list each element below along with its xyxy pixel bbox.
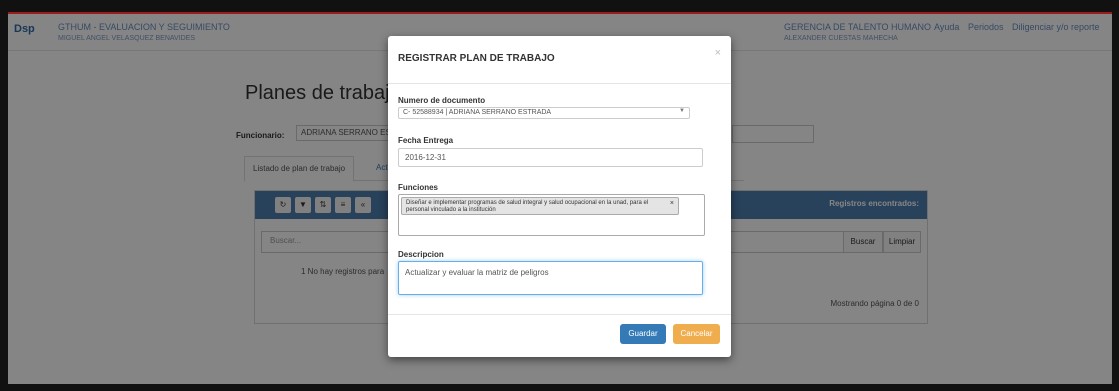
chevron-down-icon: ▼ — [679, 108, 685, 114]
cancelar-button[interactable]: Cancelar — [673, 324, 720, 344]
register-plan-modal: REGISTRAR PLAN DE TRABAJO × Numero de do… — [388, 36, 731, 357]
guardar-button[interactable]: Guardar — [620, 324, 666, 344]
funciones-label: Funciones — [398, 183, 439, 192]
funcion-chip: Diseñar e implementar programas de salud… — [401, 197, 679, 215]
funciones-multiselect[interactable]: Diseñar e implementar programas de salud… — [398, 194, 705, 236]
descripcion-label: Descripcion — [398, 250, 444, 259]
doc-value: C- 52588934 | ADRIANA SERRANO ESTRADA — [403, 109, 552, 116]
remove-chip-icon[interactable]: × — [670, 200, 674, 207]
close-icon[interactable]: × — [715, 47, 721, 59]
modal-header: REGISTRAR PLAN DE TRABAJO × — [388, 36, 731, 84]
app-window: Dsp GTHUM - EVALUACION Y SEGUIMIENTO MIG… — [8, 12, 1112, 384]
funcion-chip-text: Diseñar e implementar programas de salud… — [406, 200, 649, 213]
modal-title: REGISTRAR PLAN DE TRABAJO — [398, 53, 555, 64]
fecha-label: Fecha Entrega — [398, 136, 454, 145]
doc-select[interactable]: C- 52588934 | ADRIANA SERRANO ESTRADA ▼ — [398, 107, 690, 119]
descripcion-textarea[interactable]: Actualizar y evaluar la matriz de peligr… — [398, 261, 703, 295]
doc-label: Numero de documento — [398, 96, 486, 105]
fecha-input[interactable]: 2016-12-31 — [398, 148, 703, 167]
modal-footer: Guardar Cancelar — [388, 314, 731, 358]
